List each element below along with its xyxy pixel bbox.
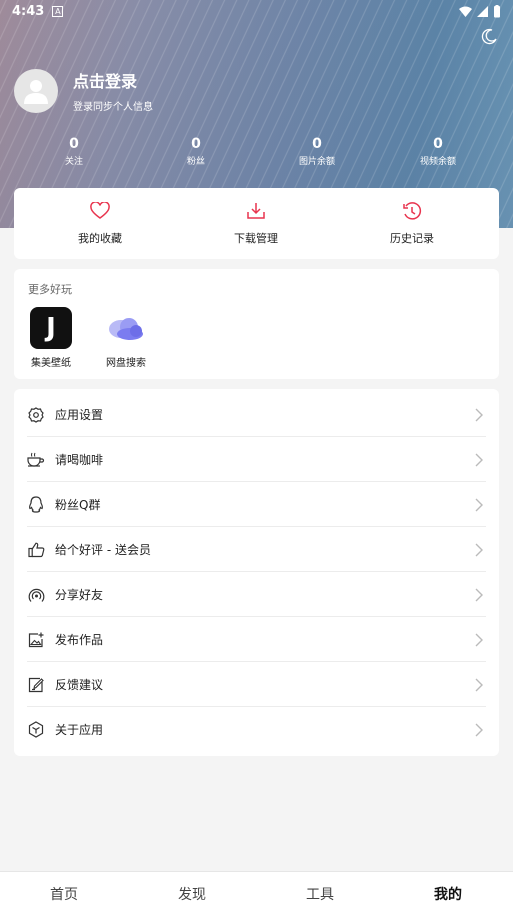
stat-label: 视频余额 xyxy=(419,157,456,167)
favorites-button[interactable]: 我的收藏 xyxy=(60,201,140,246)
wifi-icon xyxy=(459,6,472,17)
app-label: 网盘搜索 xyxy=(106,358,146,369)
menu-item-buy-coffee[interactable]: 请喝咖啡 xyxy=(14,437,499,482)
menu-item-fan-qq-group[interactable]: 粉丝Q群 xyxy=(14,482,499,527)
status-icons xyxy=(459,4,501,18)
chevron-right-icon xyxy=(475,543,483,556)
menu-item-rate-app[interactable]: 给个好评 - 送会员 xyxy=(14,527,499,572)
menu-label: 请喝咖啡 xyxy=(55,453,104,467)
menu-item-share-friends[interactable]: 分享好友 xyxy=(14,572,499,617)
stat-label: 图片余额 xyxy=(298,157,335,167)
signal-icon xyxy=(477,5,488,17)
image-add-icon xyxy=(27,631,45,649)
app-netdisk-search[interactable]: 网盘搜索 xyxy=(96,307,156,369)
status-time: 4:43 xyxy=(12,3,45,19)
bottom-nav: 首页 发现 工具 我的 xyxy=(0,871,513,913)
history-button[interactable]: 历史记录 xyxy=(372,202,452,246)
chevron-right-icon xyxy=(475,723,483,736)
stat-following[interactable]: 0 关注 xyxy=(34,136,114,167)
login-subtitle: 登录同步个人信息 xyxy=(73,102,153,113)
menu-label: 分享好友 xyxy=(55,588,104,602)
avatar[interactable] xyxy=(14,68,58,113)
gear-icon xyxy=(27,406,45,424)
edit-note-icon xyxy=(27,676,45,694)
nav-tab-discover[interactable]: 发现 xyxy=(152,884,232,904)
menu-label: 发布作品 xyxy=(55,633,104,647)
history-icon xyxy=(403,202,422,220)
heart-icon xyxy=(90,201,110,219)
night-mode-button[interactable] xyxy=(480,28,498,46)
chevron-right-icon xyxy=(475,453,483,466)
menu-label: 反馈建议 xyxy=(55,678,104,692)
share-signal-icon xyxy=(27,586,45,604)
download-icon xyxy=(247,203,265,219)
cloud-icon xyxy=(105,307,147,349)
chevron-right-icon xyxy=(475,678,483,691)
settings-menu-card: 应用设置 请喝咖啡 粉丝Q群 给个好评 - 送会员 分享好友 发布作品 反馈建议… xyxy=(14,389,499,756)
menu-item-publish-work[interactable]: 发布作品 xyxy=(14,617,499,662)
stat-value: 0 xyxy=(191,136,201,152)
favorites-label: 我的收藏 xyxy=(78,232,122,245)
stat-video-balance[interactable]: 0 视频余额 xyxy=(398,136,478,167)
user-icon xyxy=(24,79,48,104)
menu-label: 关于应用 xyxy=(55,723,104,737)
stat-image-balance[interactable]: 0 图片余额 xyxy=(277,136,357,167)
chevron-right-icon xyxy=(475,633,483,646)
more-fun-title: 更多好玩 xyxy=(28,283,72,296)
chevron-right-icon xyxy=(475,408,483,421)
app-jimei-wallpaper[interactable]: J 集美壁纸 xyxy=(21,307,81,369)
stat-label: 粉丝 xyxy=(186,157,205,167)
j-wallpaper-icon: J xyxy=(30,307,72,349)
app-label: 集美壁纸 xyxy=(31,358,71,369)
j-letter: J xyxy=(46,313,56,343)
menu-item-about-app[interactable]: 关于应用 xyxy=(14,707,499,752)
notification-icon: A xyxy=(52,5,64,17)
battery-icon xyxy=(494,4,500,17)
chevron-right-icon xyxy=(475,498,483,511)
downloads-button[interactable]: 下载管理 xyxy=(216,202,296,246)
quick-actions-card: 我的收藏 下载管理 历史记录 xyxy=(14,188,499,259)
nav-tab-tools[interactable]: 工具 xyxy=(280,884,360,904)
stats-row: 0 关注 0 粉丝 0 图片余额 0 视频余额 xyxy=(0,136,513,170)
chevron-right-icon xyxy=(475,588,483,601)
menu-label: 应用设置 xyxy=(55,408,104,422)
coffee-icon xyxy=(27,451,45,469)
login-profile[interactable]: 点击登录 登录同步个人信息 xyxy=(14,68,153,113)
menu-label: 给个好评 - 送会员 xyxy=(55,543,151,557)
thumbs-up-icon xyxy=(27,541,45,559)
menu-item-feedback[interactable]: 反馈建议 xyxy=(14,662,499,707)
stat-value: 0 xyxy=(433,136,443,152)
stat-value: 0 xyxy=(69,136,79,152)
nav-tab-mine[interactable]: 我的 xyxy=(408,884,488,904)
stat-label: 关注 xyxy=(64,157,83,167)
login-title[interactable]: 点击登录 xyxy=(73,68,153,92)
status-bar: 4:43 A xyxy=(0,0,513,22)
menu-item-app-settings[interactable]: 应用设置 xyxy=(14,392,499,437)
menu-label: 粉丝Q群 xyxy=(55,498,101,512)
more-fun-card: 更多好玩 J 集美壁纸 网盘搜索 xyxy=(14,269,499,379)
moon-icon xyxy=(481,28,497,45)
stat-value: 0 xyxy=(312,136,322,152)
nav-tab-home[interactable]: 首页 xyxy=(24,884,104,904)
stat-fans[interactable]: 0 粉丝 xyxy=(156,136,236,167)
downloads-label: 下载管理 xyxy=(234,232,278,245)
qq-icon xyxy=(27,496,45,514)
hexagon-cube-icon xyxy=(27,721,45,739)
history-label: 历史记录 xyxy=(390,232,434,245)
